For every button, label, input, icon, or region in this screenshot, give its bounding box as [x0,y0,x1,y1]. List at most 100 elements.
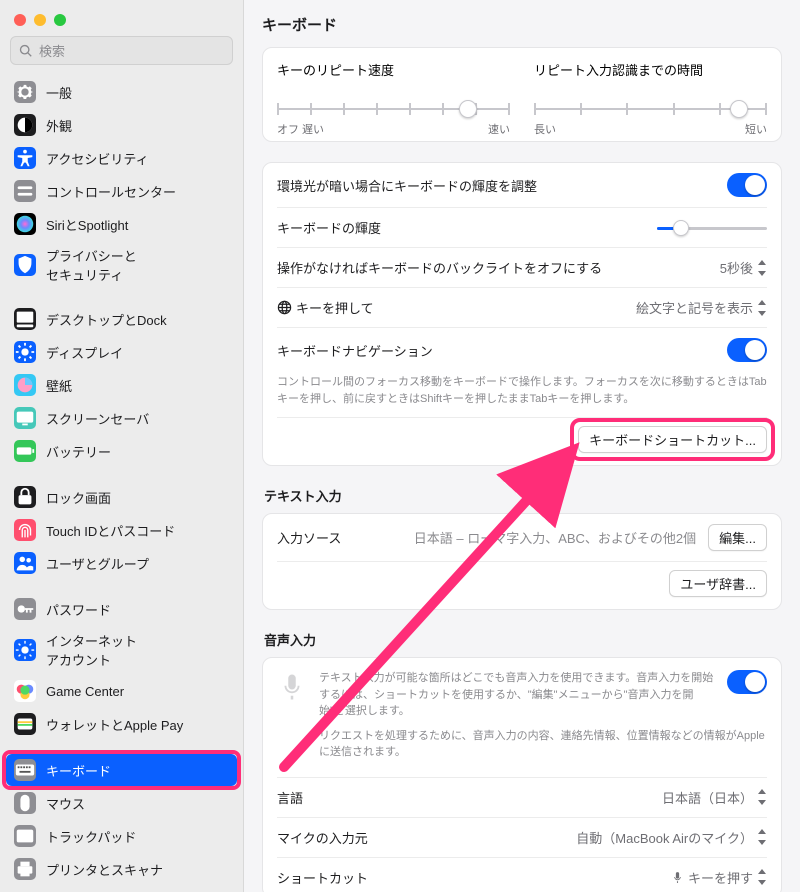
access-icon [14,147,36,169]
sidebar-item-users[interactable]: ユーザとグループ [6,547,237,579]
gear-icon [14,81,36,103]
sidebar-item-label: ロック画面 [46,488,111,507]
users-icon [14,552,36,574]
sidebar-item-control[interactable]: コントロールセンター [6,175,237,207]
siri-icon [14,213,36,235]
sidebar-item-label: ウォレットとApple Pay [46,715,183,734]
sidebar-item-access[interactable]: アクセシビリティ [6,142,237,174]
sidebar-item-desktop[interactable]: デスクトップとDock [6,303,237,335]
minimize-window-button[interactable] [34,14,46,26]
sidebar-item-gamecenter[interactable]: Game Center [6,675,237,707]
keyboard-nav-desc: コントロール間のフォーカス移動をキーボードで操作します。フォーカスを次に移動する… [277,372,767,417]
dictation-mic-label: マイクの入力元 [277,828,368,847]
wallpaper-icon [14,374,36,396]
privacy-icon [14,254,36,276]
dictation-lang-label: 言語 [277,788,303,807]
sidebar-item-screensaver[interactable]: スクリーンセーバ [6,402,237,434]
dictation-mic-select[interactable]: 自動（MacBook Airのマイク） [576,828,767,847]
sidebar-item-label: 一般 [46,83,72,102]
dictation-privacy: リクエストを処理するために、音声入力の内容、連絡先情報、位置情報などの情報がAp… [319,728,767,761]
gamecenter-icon [14,680,36,702]
desktop-icon [14,308,36,330]
key-repeat-label: キーのリピート速度 [277,60,510,79]
sidebar-item-passwords[interactable]: パスワード [6,593,237,625]
search-input[interactable]: 検索 [10,36,233,65]
sidebar-item-lock[interactable]: ロック画面 [6,481,237,513]
sidebar-item-label: パスワード [46,600,111,619]
control-icon [14,180,36,202]
sidebar-item-label: ユーザとグループ [46,554,149,573]
sidebar-item-label: Touch IDとパスコード [46,521,175,540]
sidebar-item-internet[interactable]: インターネット アカウント [6,626,237,674]
keyboard-shortcuts-button[interactable]: キーボードショートカット... [578,426,767,453]
chevron-updown-icon [757,300,767,316]
delay-slider[interactable] [534,99,767,119]
sidebar-item-printer[interactable]: プリンタとスキャナ [6,853,237,885]
sidebar-item-label: ディスプレイ [46,343,123,362]
keyboard-nav-label: キーボードナビゲーション [277,341,433,360]
sidebar-item-label: 壁紙 [46,376,72,395]
sidebar-item-keyboard[interactable]: キーボード [6,754,237,786]
user-dictionary-button[interactable]: ユーザ辞書... [669,570,767,597]
chevron-updown-icon [757,789,767,805]
dictation-shortcut-label: ショートカット [277,868,368,887]
mouse-icon [14,792,36,814]
key-repeat-slider[interactable] [277,99,510,119]
dictation-shortcut-select[interactable]: キーを押す [671,868,767,887]
keyboard-nav-toggle[interactable] [727,338,767,362]
touchid-icon [14,519,36,541]
text-input-heading: テキスト入力 [264,486,782,505]
sidebar-item-label: インターネット アカウント [46,631,137,669]
backlight-off-label: 操作がなければキーボードのバックライトをオフにする [277,258,602,277]
autodim-label: 環境光が暗い場合にキーボードの輝度を調整 [277,176,537,195]
sidebar-item-privacy[interactable]: プライバシーと セキュリティ [6,241,237,289]
sidebar-item-mouse[interactable]: マウス [6,787,237,819]
sidebar-item-label: アクセシビリティ [46,149,149,168]
brightness-slider[interactable] [657,220,767,236]
screensaver-icon [14,407,36,429]
mic-icon [277,672,307,702]
sidebar-item-appearance[interactable]: 外観 [6,109,237,141]
sidebar-item-gear[interactable]: 一般 [6,76,237,108]
fullscreen-window-button[interactable] [54,14,66,26]
dictation-lang-select[interactable]: 日本語（日本） [662,788,767,807]
display-icon [14,341,36,363]
autodim-toggle[interactable] [727,173,767,197]
sidebar-item-label: Game Center [46,684,124,699]
input-source-label: 入力ソース [277,528,341,547]
close-window-button[interactable] [14,14,26,26]
sidebar-item-label: プリンタとスキャナ [46,860,163,879]
sidebar-item-wallet[interactable]: ウォレットとApple Pay [6,708,237,740]
battery-icon [14,440,36,462]
printer-icon [14,858,36,880]
appearance-icon [14,114,36,136]
globe-key-select[interactable]: 絵文字と記号を表示 [636,298,767,317]
edit-input-source-button[interactable]: 編集... [708,524,767,551]
sidebar-item-siri[interactable]: SiriとSpotlight [6,208,237,240]
search-placeholder: 検索 [39,41,65,60]
sidebar-item-trackpad[interactable]: トラックパッド [6,820,237,852]
chevron-updown-icon [757,260,767,276]
dictation-heading: 音声入力 [264,630,782,649]
sidebar-item-battery[interactable]: バッテリー [6,435,237,467]
globe-icon [277,300,292,315]
chevron-updown-icon [757,869,767,885]
brightness-label: キーボードの輝度 [277,218,381,237]
dictation-toggle[interactable] [727,670,767,694]
backlight-off-select[interactable]: 5秒後 [720,258,767,277]
sidebar-item-label: トラックパッド [46,827,136,846]
sidebar-item-label: キーボード [46,761,111,780]
dictation-desc: テキスト入力が可能な箇所はどこでも音声入力を使用できます。音声入力を開始するには… [319,670,715,720]
sidebar-item-label: マウス [46,794,85,813]
input-source-value: 日本語 – ローマ字入力、ABC、およびその他2個 [414,528,696,547]
lock-icon [14,486,36,508]
search-icon [19,44,33,58]
passwords-icon [14,598,36,620]
sidebar-item-display[interactable]: ディスプレイ [6,336,237,368]
sidebar-item-wallpaper[interactable]: 壁紙 [6,369,237,401]
trackpad-icon [14,825,36,847]
sidebar-item-touchid[interactable]: Touch IDとパスコード [6,514,237,546]
sidebar-item-label: デスクトップとDock [46,310,167,329]
sidebar-item-label: コントロールセンター [46,182,176,201]
sidebar-item-label: プライバシーと セキュリティ [46,246,137,284]
